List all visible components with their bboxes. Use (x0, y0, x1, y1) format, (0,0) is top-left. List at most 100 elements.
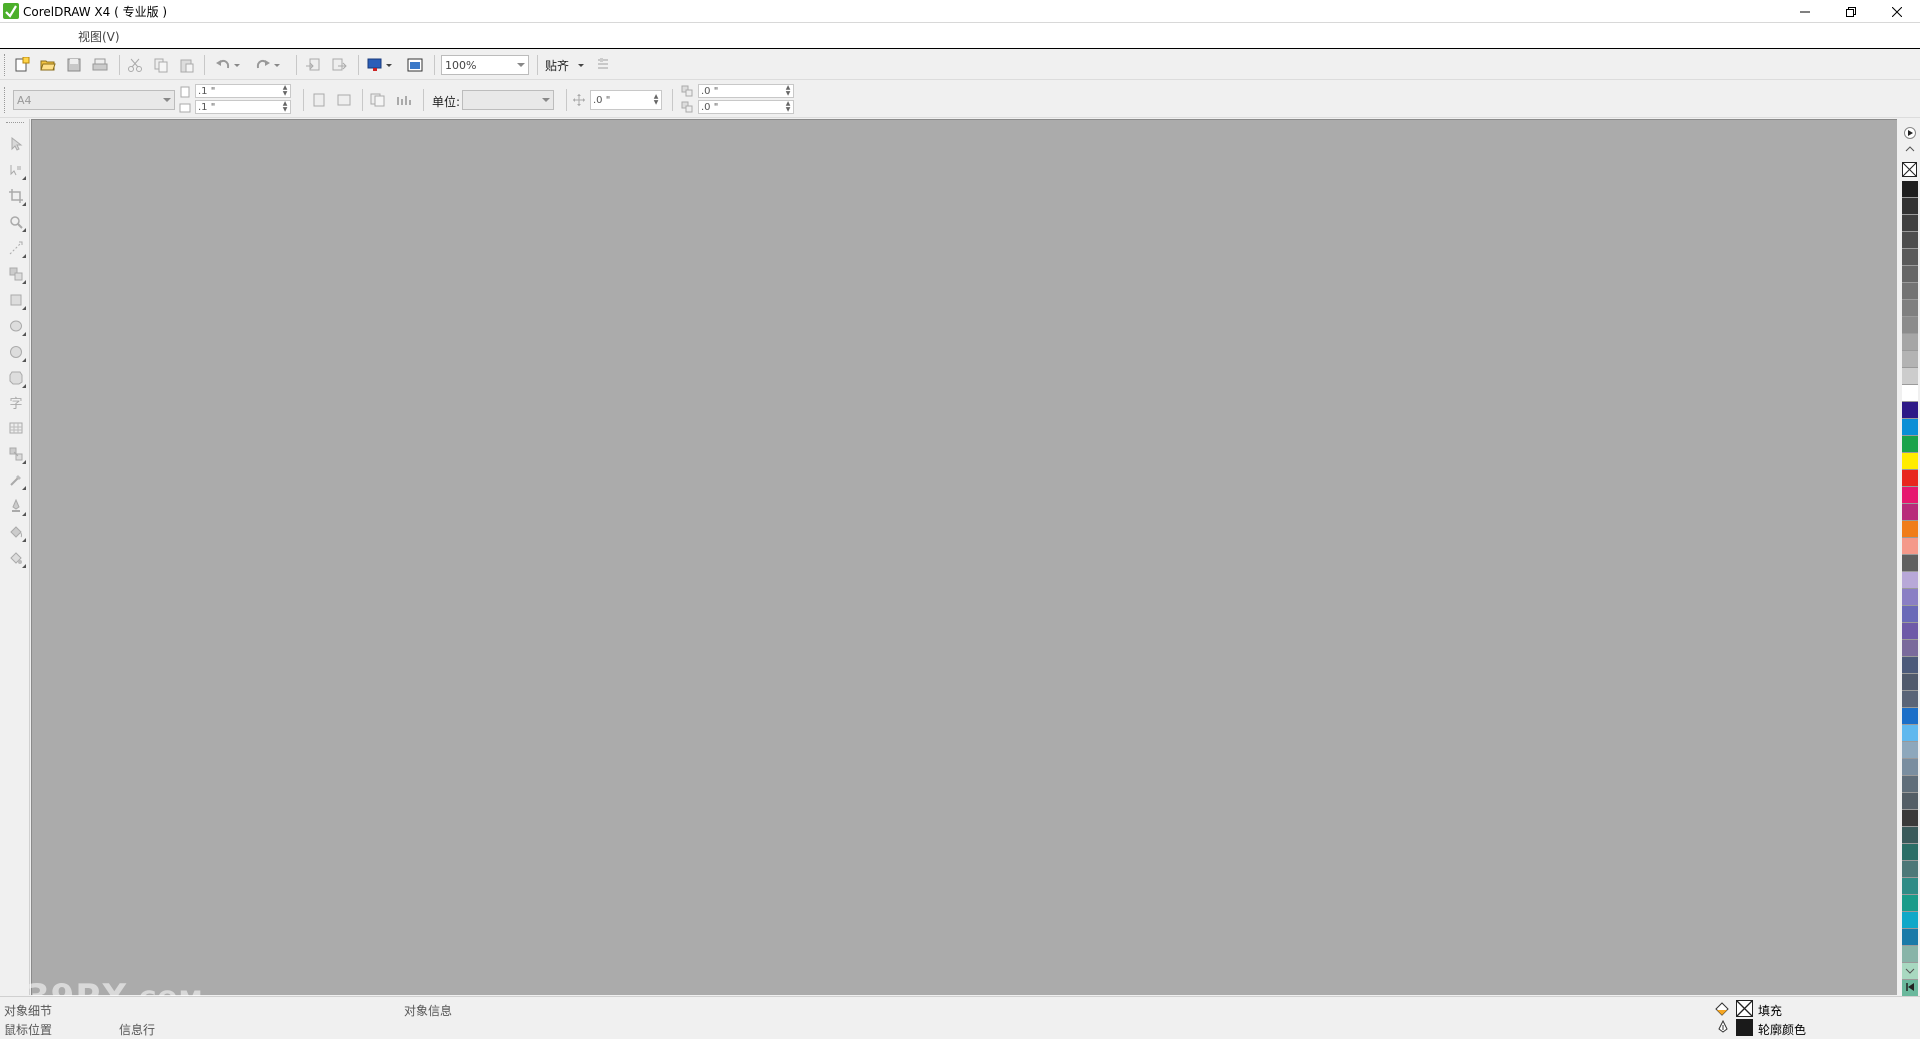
color-swatch[interactable] (1902, 640, 1918, 657)
redo-icon[interactable] (252, 54, 274, 76)
color-swatch[interactable] (1902, 402, 1918, 419)
import-icon[interactable] (302, 54, 324, 76)
color-swatch[interactable] (1902, 334, 1918, 351)
page-height-input[interactable]: .1 " ▲ ▼ (195, 100, 291, 114)
color-swatch[interactable] (1902, 317, 1918, 334)
interactive-fill-tool-icon[interactable] (5, 547, 27, 569)
color-swatch[interactable] (1902, 691, 1918, 708)
crop-tool-icon[interactable] (5, 185, 27, 207)
color-swatch[interactable] (1902, 419, 1918, 436)
palette-scroll-up-button[interactable] (1901, 141, 1918, 156)
spin-arrows-icon[interactable]: ▲ ▼ (652, 91, 660, 109)
application-launcher-dropdown-icon[interactable] (384, 54, 394, 76)
menu-item-view[interactable]: 视图(V) (78, 28, 120, 45)
color-swatch[interactable] (1902, 776, 1918, 793)
color-swatch[interactable] (1902, 453, 1918, 470)
eyedropper-tool-icon[interactable] (5, 469, 27, 491)
export-icon[interactable] (328, 54, 350, 76)
spin-arrows-icon[interactable]: ▲ ▼ (281, 101, 289, 113)
new-document-icon[interactable] (11, 54, 33, 76)
spin-arrows-icon[interactable]: ▲ ▼ (784, 85, 792, 97)
color-swatch[interactable] (1902, 181, 1918, 198)
color-swatch[interactable] (1902, 266, 1918, 283)
color-swatch[interactable] (1902, 521, 1918, 538)
current-page-icon[interactable] (393, 89, 415, 111)
text-tool-icon[interactable]: 字 (5, 391, 27, 413)
color-swatch[interactable] (1902, 232, 1918, 249)
color-swatch[interactable] (1902, 725, 1918, 742)
zoom-level-select[interactable]: 100% (441, 55, 529, 75)
copy-icon[interactable] (150, 54, 172, 76)
welcome-screen-icon[interactable] (404, 54, 426, 76)
color-swatch[interactable] (1902, 368, 1918, 385)
units-select[interactable] (462, 90, 554, 110)
color-swatch[interactable] (1902, 555, 1918, 572)
color-swatch[interactable] (1902, 589, 1918, 606)
page-width-input[interactable]: .1 " ▲ ▼ (195, 84, 291, 98)
color-swatch[interactable] (1902, 742, 1918, 759)
color-swatch[interactable] (1902, 470, 1918, 487)
color-swatch[interactable] (1902, 283, 1918, 300)
drawing-canvas[interactable] (31, 119, 1897, 995)
color-swatch[interactable] (1902, 623, 1918, 640)
color-swatch[interactable] (1902, 844, 1918, 861)
landscape-icon[interactable] (333, 89, 355, 111)
smart-fill-tool-icon[interactable] (5, 263, 27, 285)
close-button[interactable] (1874, 0, 1920, 23)
color-swatch[interactable] (1902, 708, 1918, 725)
color-swatch[interactable] (1902, 504, 1918, 521)
redo-dropdown-icon[interactable] (272, 54, 282, 76)
color-swatch[interactable] (1902, 912, 1918, 929)
color-swatch[interactable] (1902, 538, 1918, 555)
basic-shapes-tool-icon[interactable] (5, 367, 27, 389)
fill-swatch[interactable] (1736, 1000, 1753, 1017)
color-swatch[interactable] (1902, 215, 1918, 232)
color-swatch[interactable] (1902, 198, 1918, 215)
interactive-blend-tool-icon[interactable] (5, 443, 27, 465)
options-icon[interactable] (592, 54, 614, 76)
color-swatch[interactable] (1902, 827, 1918, 844)
rectangle-tool-icon[interactable] (5, 289, 27, 311)
all-pages-icon[interactable] (367, 89, 389, 111)
color-swatch[interactable] (1902, 657, 1918, 674)
ellipse-tool-icon[interactable] (5, 315, 27, 337)
cut-icon[interactable] (124, 54, 146, 76)
snap-dropdown-icon[interactable] (576, 54, 586, 76)
paper-size-select[interactable]: A4 (13, 90, 175, 110)
print-icon[interactable] (89, 54, 111, 76)
color-swatch[interactable] (1902, 351, 1918, 368)
duplicate-x-input[interactable]: .0 " ▲ ▼ (698, 84, 794, 98)
color-swatch[interactable] (1902, 878, 1918, 895)
snap-to-button[interactable]: 贴齐 (545, 57, 569, 74)
shape-tool-icon[interactable] (5, 159, 27, 181)
undo-icon[interactable] (212, 54, 234, 76)
outline-color-swatch[interactable] (1736, 1019, 1753, 1036)
color-swatch[interactable] (1902, 385, 1918, 402)
palette-scroll-end-button[interactable] (1901, 979, 1918, 994)
duplicate-y-input[interactable]: .0 " ▲ ▼ (698, 100, 794, 114)
undo-dropdown-icon[interactable] (232, 54, 242, 76)
zoom-tool-icon[interactable] (5, 211, 27, 233)
color-swatch[interactable] (1902, 946, 1918, 963)
pick-tool-icon[interactable] (5, 133, 27, 155)
palette-menu-button[interactable] (1901, 125, 1918, 140)
toolbar-grip[interactable] (4, 54, 7, 76)
color-swatch[interactable] (1902, 895, 1918, 912)
spin-arrows-icon[interactable]: ▲ ▼ (784, 101, 792, 113)
color-swatch[interactable] (1902, 300, 1918, 317)
color-swatch[interactable] (1902, 436, 1918, 453)
color-swatch[interactable] (1902, 487, 1918, 504)
palette-scroll-down-button[interactable] (1901, 963, 1918, 978)
minimize-button[interactable] (1782, 0, 1828, 23)
color-swatch[interactable] (1902, 606, 1918, 623)
freehand-tool-icon[interactable] (5, 237, 27, 259)
polygon-tool-icon[interactable] (5, 341, 27, 363)
color-swatch[interactable] (1902, 249, 1918, 266)
color-swatch[interactable] (1902, 674, 1918, 691)
portrait-icon[interactable] (308, 89, 330, 111)
toolbox-grip[interactable] (6, 122, 24, 123)
color-swatch[interactable] (1902, 759, 1918, 776)
spin-arrows-icon[interactable]: ▲ ▼ (281, 85, 289, 97)
nudge-distance-input[interactable]: .0 " ▲ ▼ (590, 90, 662, 110)
open-icon[interactable] (37, 54, 59, 76)
